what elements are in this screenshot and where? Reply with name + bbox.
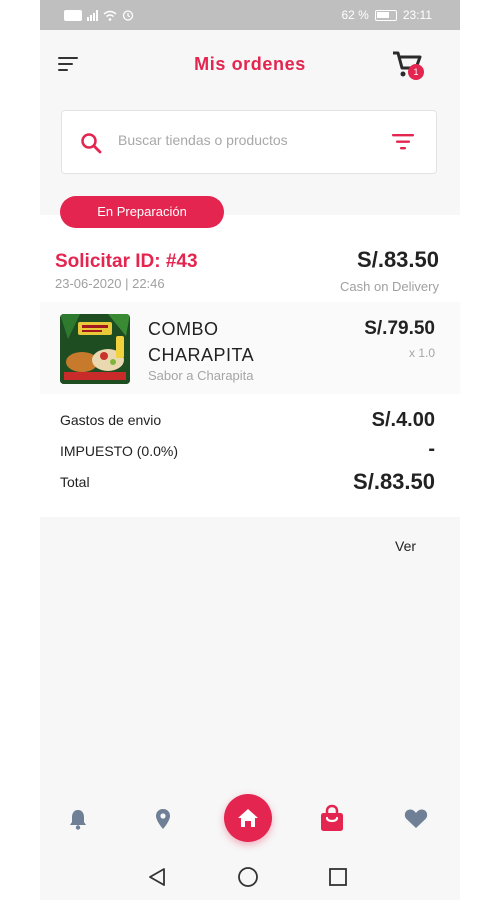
order-id: Solicitar ID: #43 [55,251,198,272]
total-value: S/.83.50 [353,469,435,494]
bell-icon [70,810,86,830]
product-image [60,314,130,384]
back-icon[interactable] [148,867,166,887]
order-item[interactable]: COMBO CHARAPITA Sabor a Charapita S/.79.… [40,302,460,394]
battery-icon [374,9,397,21]
app-screen: 62 % 23:11 Mis ordenes 1 Buscar tiendas … [40,0,460,900]
product-subtitle: Sabor a Charapita [148,368,254,383]
cart-button[interactable]: 1 [392,50,426,84]
search-bar [61,110,437,174]
order-card[interactable]: Solicitar ID: #43 23-06-2020 | 22:46 S/.… [40,215,460,517]
system-navigation-bar [40,853,460,900]
shipping-value: S/.4.00 [371,409,435,431]
payment-method: Cash on Delivery [340,279,439,294]
clock: 23:11 [402,8,432,22]
view-order-link[interactable]: Ver [395,538,416,554]
nav-orders[interactable] [318,804,346,837]
filter-icon[interactable] [392,133,414,151]
tax-label: IMPUESTO (0.0%) [60,443,178,459]
nav-favorites[interactable] [404,808,428,834]
search-input[interactable] [118,132,388,148]
battery-percent: 62 % [341,8,369,22]
bottom-navigation [40,790,460,850]
status-icons-right: 62 % 23:11 [342,8,433,22]
product-quantity: x 1.0 [408,346,435,360]
nav-location[interactable] [154,808,172,835]
cart-count-badge: 1 [408,64,424,80]
location-pin-icon [156,809,170,829]
total-label: Total [60,474,90,490]
product-name: COMBO CHARAPITA [148,319,255,365]
order-status-badge: En Preparación [60,196,224,228]
order-total: S/.83.50 [357,247,439,272]
home-circle-icon[interactable] [237,866,259,888]
app-header: Mis ordenes 1 [40,30,460,102]
nav-notifications[interactable] [68,808,88,835]
heart-icon [404,809,428,828]
search-icon[interactable] [80,132,102,154]
sim-card-icon [64,9,82,21]
shopping-bag-icon [321,804,343,831]
status-bar: 62 % 23:11 [40,0,460,30]
tax-value: - [428,438,435,460]
recents-icon[interactable] [328,867,348,887]
product-price: S/.79.50 [364,318,435,339]
shipping-label: Gastos de envio [60,412,162,428]
home-icon [238,809,258,827]
alarm-icon [122,10,134,21]
signal-icon [87,9,98,21]
wifi-icon [103,10,117,21]
nav-home[interactable] [224,794,272,842]
status-icons-left [64,9,134,21]
order-datetime: 23-06-2020 | 22:46 [55,276,165,291]
